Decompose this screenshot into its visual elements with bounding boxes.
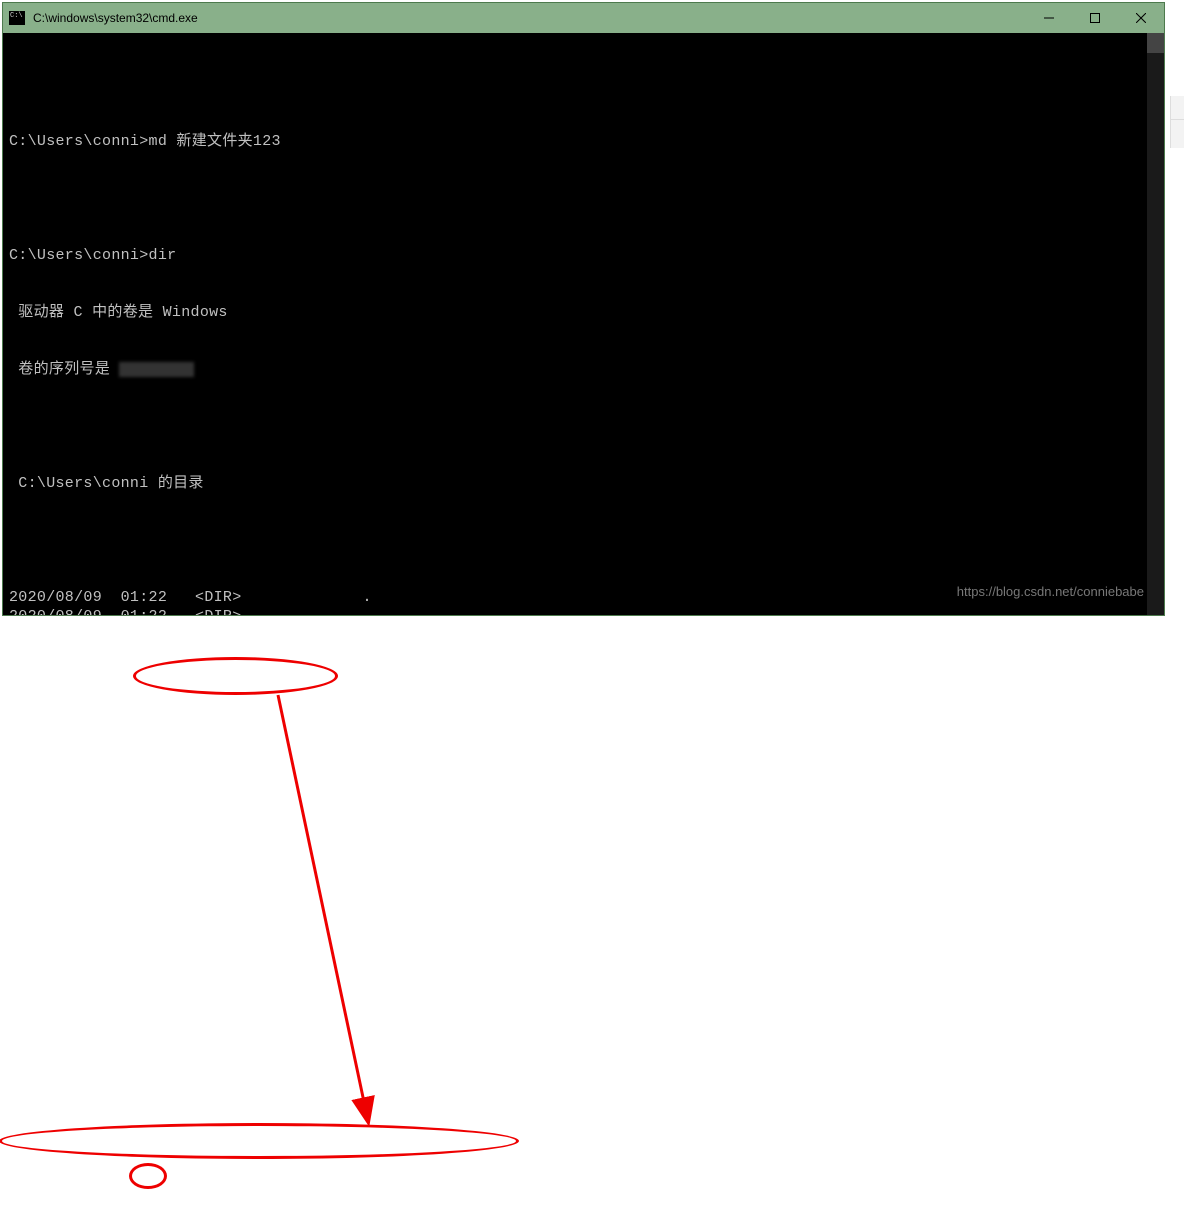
serial-line: 卷的序列号是 xyxy=(9,360,1158,379)
prompt-path: C:\Users\conni> xyxy=(9,133,149,150)
dir-header: C:\Users\conni 的目录 xyxy=(9,474,1158,493)
prompt-path: C:\Users\conni> xyxy=(9,247,149,264)
command-text: dir xyxy=(149,247,177,264)
annotation-arrow xyxy=(3,615,1166,1229)
blank-line xyxy=(9,531,1158,550)
watermark: https://blog.csdn.net/conniebabe xyxy=(957,584,1144,599)
side-panel-sliver xyxy=(1170,96,1184,148)
prompt-line: C:\Users\conni>dir xyxy=(9,246,1158,265)
close-button[interactable] xyxy=(1118,3,1164,33)
titlebar[interactable]: C:\windows\system32\cmd.exe xyxy=(3,3,1164,33)
redacted-serial xyxy=(119,362,194,377)
dir-entry: 2020/08/09 01:22 <DIR> .. xyxy=(9,607,1158,615)
annotation-ellipse-row xyxy=(0,1123,519,1159)
scrollbar[interactable] xyxy=(1147,33,1164,615)
cmd-window: C:\windows\system32\cmd.exe C:\Users\con… xyxy=(2,2,1165,616)
minimize-button[interactable] xyxy=(1026,3,1072,33)
maximize-button[interactable] xyxy=(1072,3,1118,33)
cmd-icon xyxy=(9,11,25,25)
blank-line xyxy=(9,189,1158,208)
terminal-output[interactable]: C:\Users\conni>md 新建文件夹123 C:\Users\conn… xyxy=(3,33,1164,615)
scroll-thumb[interactable] xyxy=(1147,33,1164,53)
command-text: md 新建文件夹123 xyxy=(149,133,281,150)
annotation-ellipse-cmd xyxy=(133,657,338,695)
window-controls xyxy=(1026,3,1164,33)
drive-info: 驱动器 C 中的卷是 Windows xyxy=(9,303,1158,322)
annotation-ellipse-count xyxy=(129,1163,167,1189)
blank-line xyxy=(9,417,1158,436)
window-title: C:\windows\system32\cmd.exe xyxy=(33,11,198,25)
blank-line xyxy=(9,75,1158,94)
prompt-line: C:\Users\conni>md 新建文件夹123 xyxy=(9,132,1158,151)
